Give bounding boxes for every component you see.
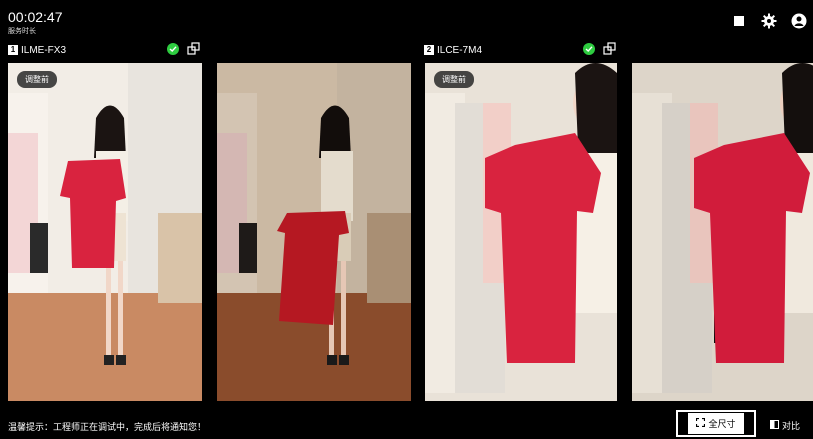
camera-2-header: 2 ILCE-7M4 xyxy=(424,40,482,60)
camera-1-index: 1 xyxy=(8,45,18,55)
camera-2-status xyxy=(583,42,617,56)
camera-1-status xyxy=(167,42,201,56)
check-icon xyxy=(167,43,179,55)
photo-camera-1-before xyxy=(8,63,202,401)
user-icon[interactable] xyxy=(791,13,807,29)
camera-2-index: 2 xyxy=(424,45,434,55)
check-icon xyxy=(583,43,595,55)
camera-1-name: ILME-FX3 xyxy=(21,44,67,56)
camera-1-after-view[interactable] xyxy=(217,63,411,401)
swap-icon[interactable] xyxy=(187,42,201,56)
compare-icon xyxy=(770,419,779,431)
swap-icon[interactable] xyxy=(603,42,617,56)
compare-label: 对比 xyxy=(782,420,801,431)
camera-2-after-view[interactable] xyxy=(632,63,813,401)
camera-1-before-view[interactable]: 调整前 xyxy=(8,63,202,401)
fullscreen-icon xyxy=(696,417,706,429)
before-badge: 调整前 xyxy=(17,71,57,88)
before-badge: 调整前 xyxy=(434,71,474,88)
photo-camera-2-before xyxy=(425,63,617,401)
stop-icon[interactable] xyxy=(731,13,747,29)
top-bar: 00:02:47 服务时长 xyxy=(0,0,813,40)
photo-camera-2-after xyxy=(632,63,813,401)
engineer-tip: 温馨提示：工程师正在调试中，完成后将通知您！ xyxy=(8,422,207,432)
top-icons xyxy=(731,13,807,29)
camera-2-name: ILCE-7M4 xyxy=(437,44,483,56)
photo-camera-1-after xyxy=(217,63,411,401)
session-timer-label: 服务时长 xyxy=(8,28,36,35)
camera-1-header: 1 ILME-FX3 xyxy=(8,40,66,60)
full-size-button[interactable]: 全尺寸 xyxy=(676,410,756,437)
compare-button[interactable]: 对比 xyxy=(764,416,806,434)
full-size-label: 全尺寸 xyxy=(708,419,736,429)
gear-icon[interactable] xyxy=(761,13,777,29)
camera-2-before-view[interactable]: 调整前 xyxy=(425,63,617,401)
session-timer: 00:02:47 xyxy=(8,9,63,25)
